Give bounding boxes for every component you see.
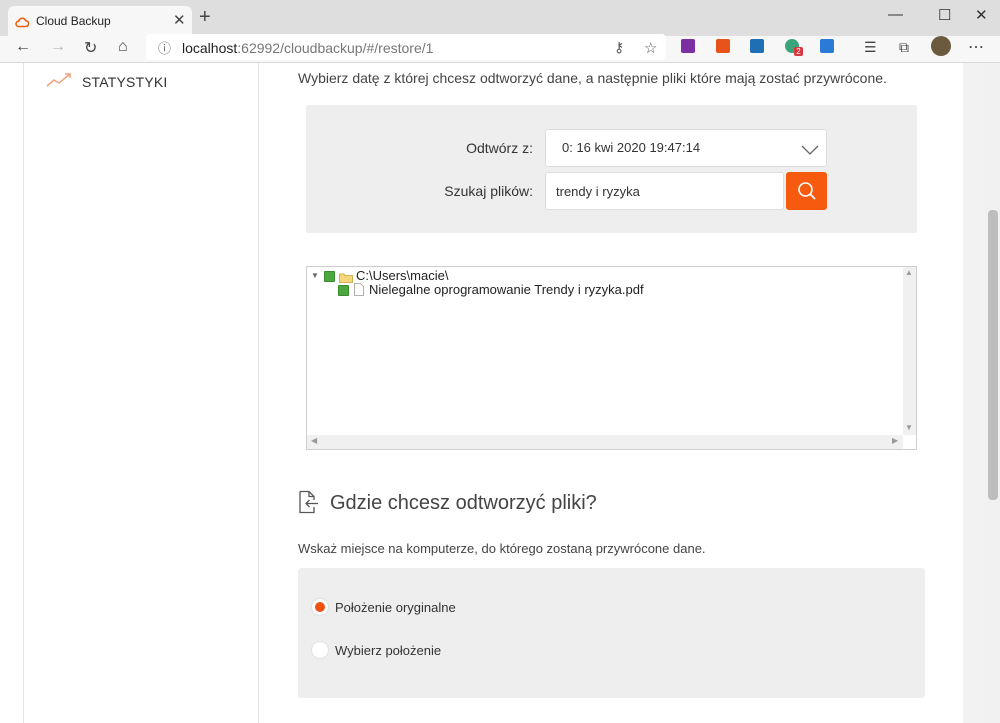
window-close-icon[interactable]: ✕ (975, 6, 988, 24)
info-icon[interactable]: ⓘ (158, 38, 171, 57)
key-icon[interactable]: ⚷ (614, 39, 624, 56)
destination-options-panel: Położenie oryginalne Wybierz położenie (298, 568, 925, 698)
restore-location-icon (297, 490, 319, 519)
choose-location-radio[interactable] (311, 641, 329, 659)
expand-triangle-icon[interactable]: ▼ (311, 271, 319, 280)
chevron-down-icon (801, 142, 819, 160)
url-text[interactable]: localhost:62992/cloudbackup/#/restore/1 (182, 40, 433, 56)
office-extension-icon[interactable] (716, 39, 730, 53)
browser-tabbar: Cloud Backup ✕ + — ☐ ✕ (0, 0, 1000, 36)
scroll-up-icon[interactable]: ▲ (905, 268, 913, 277)
file-icon (354, 283, 364, 301)
choose-location-label[interactable]: Wybierz położenie (335, 643, 441, 658)
shopping-extension-icon[interactable] (750, 39, 764, 53)
trending-up-icon (46, 72, 72, 93)
original-location-radio[interactable] (311, 598, 329, 616)
profile-avatar[interactable] (931, 36, 951, 56)
search-button[interactable] (786, 172, 827, 210)
new-tab-icon[interactable]: + (199, 7, 211, 27)
page-scrollbar-thumb[interactable] (988, 210, 998, 500)
tree-vertical-scrollbar[interactable]: ▲ ▼ (903, 267, 916, 435)
tree-file-label[interactable]: Nielegalne oprogramowanie Trendy i ryzyk… (369, 282, 644, 297)
tree-horizontal-scrollbar[interactable]: ◀ ▶ (307, 435, 903, 449)
file-tree: ▼ C:\Users\macie\ Nielegalne oprogramowa… (306, 266, 917, 450)
scroll-right-icon[interactable]: ▶ (892, 436, 898, 445)
favorite-star-icon[interactable]: ☆ (644, 39, 657, 57)
cloud-icon (15, 15, 30, 33)
restore-intro-text: Wybierz datę z której chcesz odtworzyć d… (298, 70, 887, 86)
feather-extension-icon[interactable] (820, 39, 834, 53)
restore-from-label: Odtwórz z: (466, 140, 533, 156)
scroll-down-icon[interactable]: ▼ (905, 423, 913, 432)
home-icon[interactable]: ⌂ (118, 38, 128, 56)
destination-heading: Gdzie chcesz odtworzyć pliki? (330, 492, 597, 514)
sidebar-item-label: STATYSTYKI (82, 74, 168, 90)
browser-toolbar: ← → ↻ ⌂ ⓘ localhost:62992/cloudbackup/#/… (0, 34, 1000, 63)
tab-title: Cloud Backup (36, 14, 111, 28)
search-files-label: Szukaj plików: (444, 183, 533, 199)
minimize-icon[interactable]: — (888, 6, 903, 23)
search-files-input[interactable] (545, 172, 784, 210)
onenote-extension-icon[interactable] (681, 39, 695, 53)
browser-tab[interactable]: Cloud Backup ✕ (8, 6, 192, 36)
forward-icon[interactable]: → (50, 38, 66, 56)
restore-point-value: 0: 16 kwi 2020 19:47:14 (562, 140, 701, 155)
collections-icon[interactable]: ⧉ (899, 39, 909, 56)
favorites-list-icon[interactable]: ☰ (864, 39, 877, 56)
more-menu-icon[interactable]: ⋯ (968, 37, 984, 57)
extension-badge: 2 (794, 47, 803, 56)
maximize-icon[interactable]: ☐ (938, 6, 951, 24)
file-checkbox[interactable] (338, 285, 349, 296)
refresh-icon[interactable]: ↻ (84, 38, 97, 58)
search-icon (797, 181, 817, 206)
original-location-label[interactable]: Położenie oryginalne (335, 600, 456, 615)
restore-options-panel (306, 105, 917, 233)
left-divider (23, 63, 24, 723)
destination-description: Wskaż miejsce na komputerze, do którego … (298, 541, 706, 556)
folder-checkbox[interactable] (324, 271, 335, 282)
close-tab-icon[interactable]: ✕ (173, 11, 186, 29)
tree-folder-label[interactable]: C:\Users\macie\ (356, 268, 448, 283)
back-icon[interactable]: ← (15, 38, 31, 56)
sidebar-divider (258, 63, 259, 723)
restore-point-select[interactable]: 0: 16 kwi 2020 19:47:14 (545, 129, 827, 167)
scroll-left-icon[interactable]: ◀ (311, 436, 317, 445)
